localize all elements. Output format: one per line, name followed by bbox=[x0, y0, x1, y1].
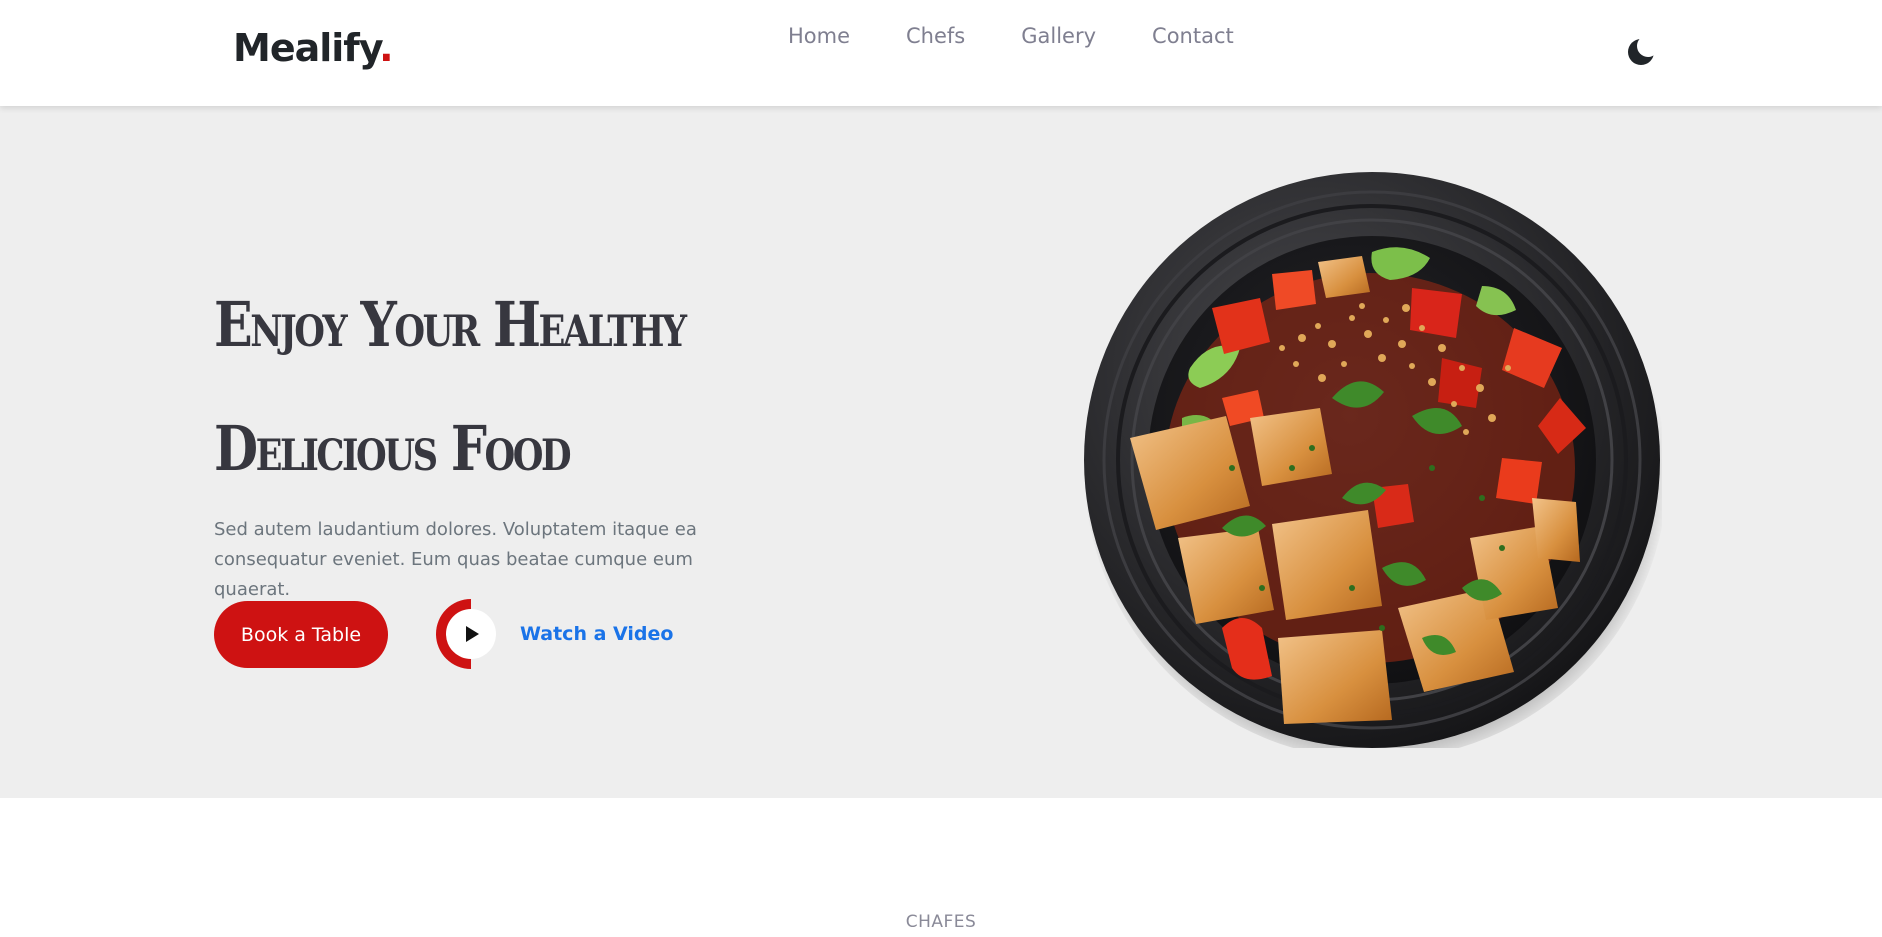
play-ring bbox=[436, 599, 506, 669]
play-icon bbox=[446, 609, 496, 659]
nav-item-contact[interactable]: Contact bbox=[1152, 24, 1234, 48]
hero-section: Enjoy Your Healthy Delicious Food Sed au… bbox=[0, 106, 1882, 798]
main-nav: Home Chefs Gallery Contact bbox=[788, 24, 1234, 48]
hero-title: Enjoy Your Healthy Delicious Food bbox=[214, 263, 788, 511]
section-label: CHAFES bbox=[905, 912, 977, 932]
watch-video-button[interactable]: Watch a Video bbox=[436, 599, 673, 669]
hero-title-line-2: Delicious Food bbox=[214, 412, 572, 485]
nav-item-gallery[interactable]: Gallery bbox=[1021, 24, 1096, 48]
site-header: Mealify. Home Chefs Gallery Contact bbox=[0, 0, 1882, 106]
nav-item-home[interactable]: Home bbox=[788, 24, 850, 48]
book-table-button[interactable]: Book a Table bbox=[214, 601, 388, 668]
logo-text: Mealify bbox=[233, 26, 380, 70]
moon-icon[interactable] bbox=[1626, 36, 1656, 66]
nav-item-chefs[interactable]: Chefs bbox=[906, 24, 965, 48]
hero-title-line-1: Enjoy Your Healthy bbox=[214, 288, 687, 361]
watch-video-label: Watch a Video bbox=[520, 623, 674, 645]
hero-description: Sed autem laudantium dolores. Voluptatem… bbox=[214, 519, 697, 600]
logo[interactable]: Mealify. bbox=[233, 26, 394, 70]
hero-food-image bbox=[1082, 168, 1668, 760]
logo-dot: . bbox=[379, 26, 393, 70]
